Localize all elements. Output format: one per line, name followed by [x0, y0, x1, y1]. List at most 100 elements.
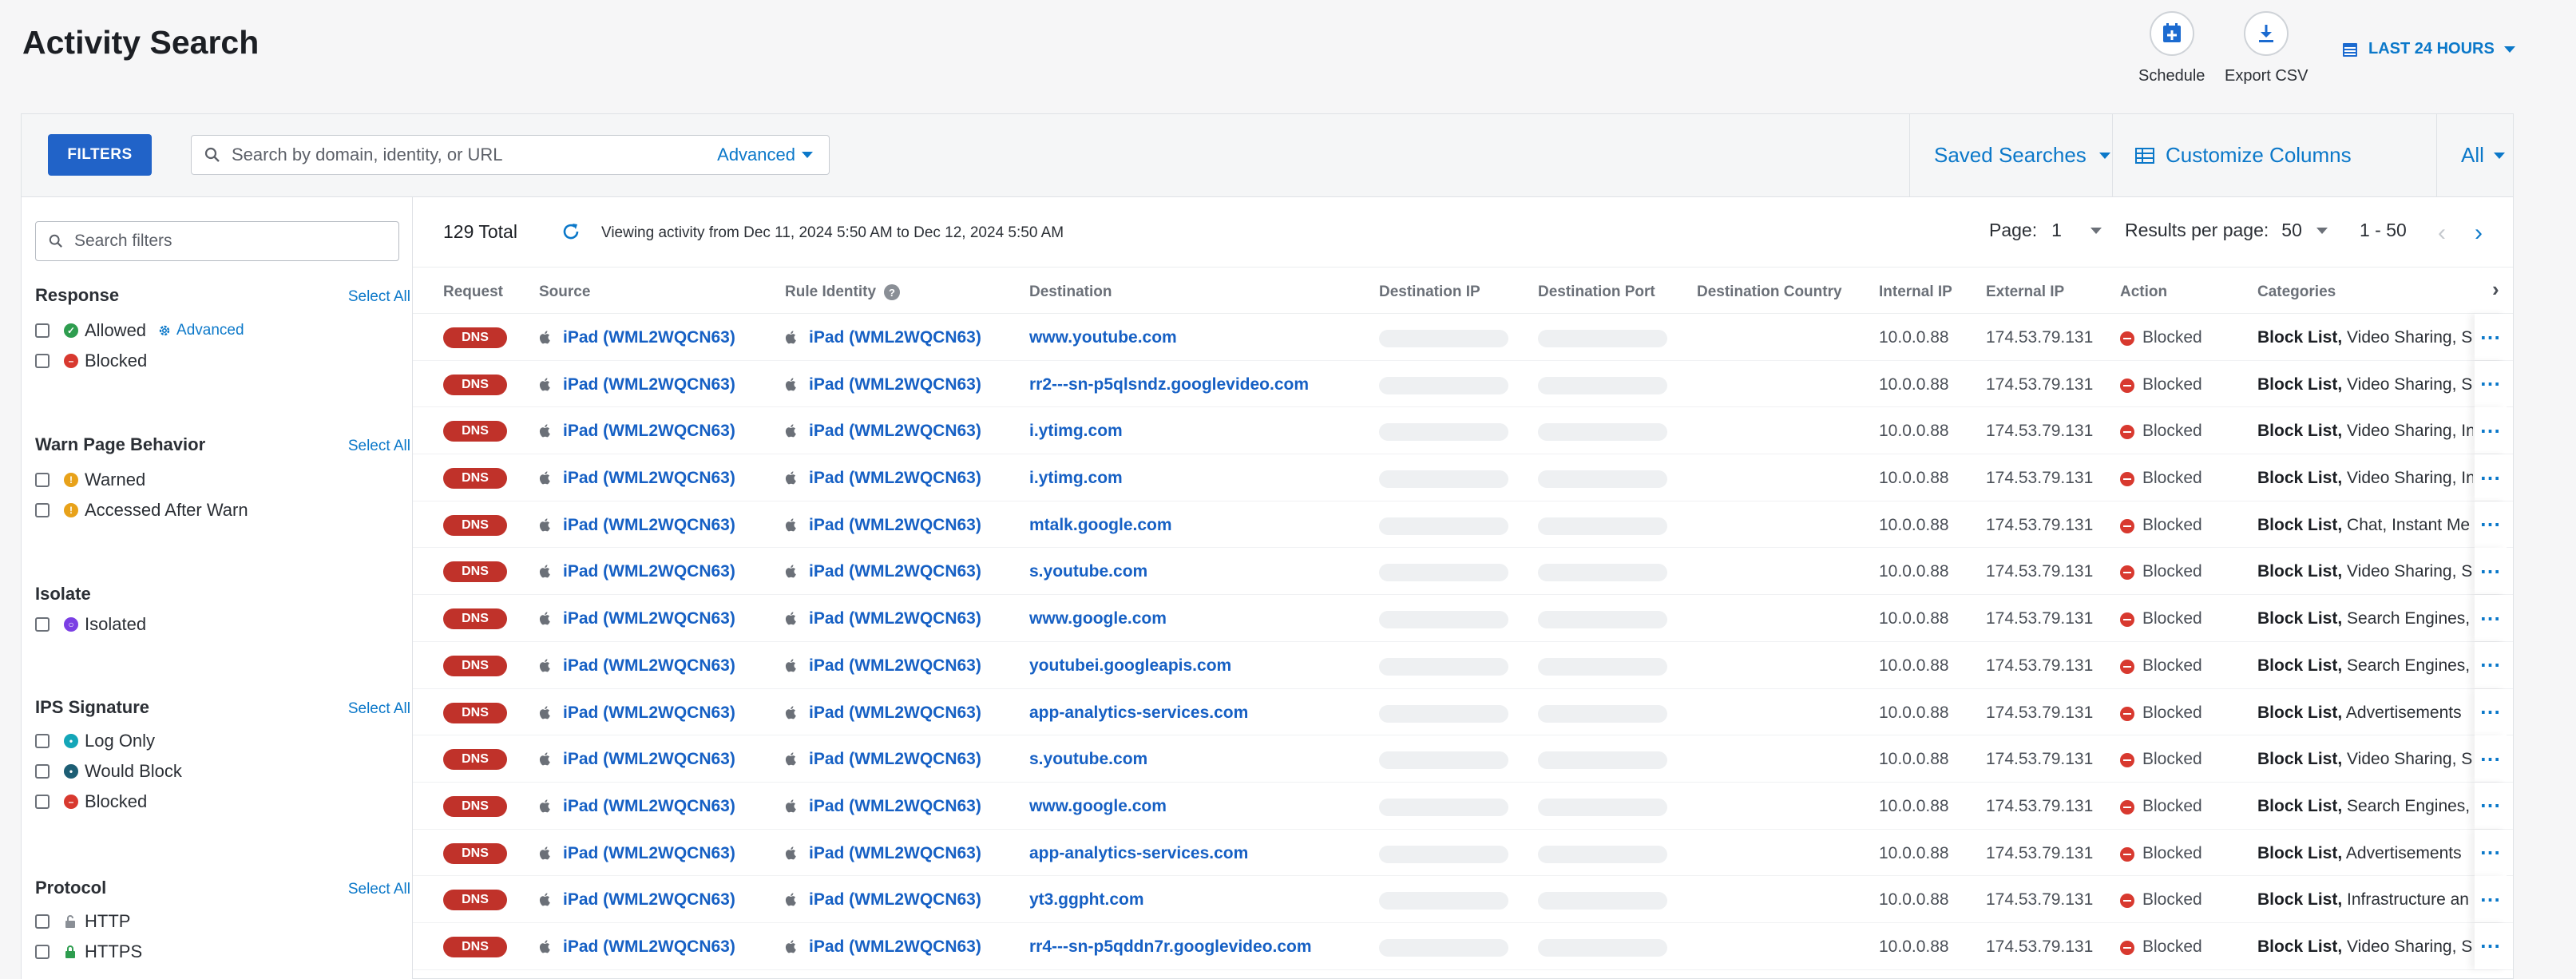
row-more-menu[interactable]: ⋯ — [2475, 407, 2507, 454]
info-icon[interactable]: ? — [884, 284, 901, 300]
source-link[interactable]: iPad (WML2WQCN63) — [563, 469, 735, 488]
page-selector[interactable]: Page: 1 — [1989, 220, 2102, 241]
table-row[interactable]: DNS iPad (WML2WQCN63) iPad (WML2WQCN63) i.y… — [413, 407, 2513, 455]
rule-identity-link[interactable]: iPad (WML2WQCN63) — [809, 750, 981, 769]
rule-identity-link[interactable]: iPad (WML2WQCN63) — [809, 937, 981, 957]
source-link[interactable]: iPad (WML2WQCN63) — [563, 516, 735, 535]
source-link[interactable]: iPad (WML2WQCN63) — [563, 328, 735, 347]
destination-link[interactable]: www.youtube.com — [1029, 328, 1177, 347]
advanced-filter-link[interactable]: Advanced — [157, 322, 244, 339]
filter-option-ips-blocked[interactable]: – Blocked — [35, 787, 410, 817]
row-more-menu[interactable]: ⋯ — [2475, 876, 2507, 923]
destination-link[interactable]: www.google.com — [1029, 609, 1167, 628]
select-all-link[interactable]: Select All — [348, 700, 410, 718]
select-all-link[interactable]: Select All — [348, 438, 410, 455]
filter-option-isolated[interactable]: ○ Isolated — [35, 609, 410, 640]
table-row[interactable]: DNS iPad (WML2WQCN63) iPad (WML2WQCN63) app… — [413, 829, 2513, 877]
filter-option-warned[interactable]: ! Warned — [35, 465, 410, 495]
rule-identity-link[interactable]: iPad (WML2WQCN63) — [809, 562, 981, 581]
row-more-menu[interactable]: ⋯ — [2475, 641, 2507, 688]
rule-identity-link[interactable]: iPad (WML2WQCN63) — [809, 422, 981, 441]
source-link[interactable]: iPad (WML2WQCN63) — [563, 797, 735, 816]
table-row[interactable]: DNS iPad (WML2WQCN63) iPad (WML2WQCN63) you… — [413, 641, 2513, 689]
row-more-menu[interactable]: ⋯ — [2475, 735, 2507, 783]
table-row[interactable]: DNS iPad (WML2WQCN63) iPad (WML2WQCN63) s.y… — [413, 548, 2513, 596]
col-rule-identity[interactable]: Rule Identity ? — [785, 283, 901, 301]
source-link[interactable]: iPad (WML2WQCN63) — [563, 562, 735, 581]
col-destination-ip[interactable]: Destination IP — [1379, 283, 1480, 301]
row-more-menu[interactable]: ⋯ — [2475, 314, 2507, 360]
checkbox[interactable] — [35, 503, 50, 517]
checkbox[interactable] — [35, 945, 50, 959]
checkbox[interactable] — [35, 795, 50, 809]
rule-identity-link[interactable]: iPad (WML2WQCN63) — [809, 844, 981, 863]
source-link[interactable]: iPad (WML2WQCN63) — [563, 422, 735, 441]
filter-search-input[interactable]: Search filters — [35, 221, 399, 261]
row-more-menu[interactable]: ⋯ — [2475, 688, 2507, 735]
checkbox[interactable] — [35, 323, 50, 338]
source-link[interactable]: iPad (WML2WQCN63) — [563, 609, 735, 628]
filter-option-blocked[interactable]: – Blocked — [35, 346, 410, 376]
table-row[interactable]: DNS iPad (WML2WQCN63) iPad (WML2WQCN63) yt3… — [413, 876, 2513, 923]
destination-link[interactable]: www.google.com — [1029, 797, 1167, 816]
table-row[interactable]: DNS iPad (WML2WQCN63) iPad (WML2WQCN63) rr4… — [413, 922, 2513, 970]
table-row[interactable]: DNS iPad (WML2WQCN63) iPad (WML2WQCN63) www… — [413, 314, 2513, 361]
col-request[interactable]: Request — [443, 283, 503, 301]
select-all-link[interactable]: Select All — [348, 881, 410, 898]
select-all-link[interactable]: Select All — [348, 288, 410, 306]
checkbox[interactable] — [35, 914, 50, 929]
destination-link[interactable]: yt3.ggpht.com — [1029, 890, 1144, 910]
filter-option-log-only[interactable]: • Log Only — [35, 726, 410, 756]
export-csv-button[interactable]: Export CSV — [2225, 11, 2308, 85]
source-link[interactable]: iPad (WML2WQCN63) — [563, 704, 735, 723]
destination-link[interactable]: app-analytics-services.com — [1029, 704, 1248, 723]
rule-identity-link[interactable]: iPad (WML2WQCN63) — [809, 704, 981, 723]
row-more-menu[interactable]: ⋯ — [2475, 595, 2507, 642]
table-row[interactable]: DNS iPad (WML2WQCN63) iPad (WML2WQCN63) mta… — [413, 501, 2513, 549]
rule-identity-link[interactable]: iPad (WML2WQCN63) — [809, 469, 981, 488]
checkbox[interactable] — [35, 734, 50, 748]
chevron-right-icon[interactable]: › — [2475, 220, 2483, 247]
source-link[interactable]: iPad (WML2WQCN63) — [563, 844, 735, 863]
row-more-menu[interactable]: ⋯ — [2475, 922, 2507, 969]
scope-dropdown[interactable]: All — [2436, 114, 2515, 196]
table-row[interactable]: DNS iPad (WML2WQCN63) iPad (WML2WQCN63) rr2… — [413, 360, 2513, 408]
filter-option-accessed-after-warn[interactable]: ! Accessed After Warn — [35, 495, 410, 525]
source-link[interactable]: iPad (WML2WQCN63) — [563, 750, 735, 769]
refresh-icon[interactable] — [561, 221, 581, 242]
customize-columns-button[interactable]: Customize Columns — [2112, 114, 2436, 196]
destination-link[interactable]: rr4---sn-p5qddn7r.googlevideo.com — [1029, 937, 1312, 957]
destination-link[interactable]: rr2---sn-p5qlsndz.googlevideo.com — [1029, 375, 1309, 394]
rule-identity-link[interactable]: iPad (WML2WQCN63) — [809, 890, 981, 910]
col-source[interactable]: Source — [539, 283, 590, 301]
col-destination-country[interactable]: Destination Country — [1697, 283, 1842, 301]
destination-link[interactable]: s.youtube.com — [1029, 750, 1147, 769]
col-destination-port[interactable]: Destination Port — [1538, 283, 1655, 301]
search-input[interactable]: Search by domain, identity, or URL Advan… — [191, 135, 830, 175]
source-link[interactable]: iPad (WML2WQCN63) — [563, 890, 735, 910]
rule-identity-link[interactable]: iPad (WML2WQCN63) — [809, 516, 981, 535]
rule-identity-link[interactable]: iPad (WML2WQCN63) — [809, 797, 981, 816]
time-range-dropdown[interactable]: LAST 24 HOURS — [2341, 40, 2515, 58]
filter-option-https[interactable]: HTTPS — [35, 937, 410, 967]
row-more-menu[interactable]: ⋯ — [2475, 360, 2507, 407]
col-internal-ip[interactable]: Internal IP — [1879, 283, 1952, 301]
col-categories[interactable]: Categories — [2257, 283, 2336, 301]
saved-searches-dropdown[interactable]: Saved Searches — [1909, 114, 2112, 196]
row-more-menu[interactable]: ⋯ — [2475, 454, 2507, 501]
row-more-menu[interactable]: ⋯ — [2475, 829, 2507, 876]
source-link[interactable]: iPad (WML2WQCN63) — [563, 937, 735, 957]
results-per-page-selector[interactable]: Results per page: 50 — [2125, 220, 2328, 241]
table-row[interactable]: DNS iPad (WML2WQCN63) iPad (WML2WQCN63) app… — [413, 688, 2513, 736]
checkbox[interactable] — [35, 764, 50, 779]
rule-identity-link[interactable]: iPad (WML2WQCN63) — [809, 328, 981, 347]
destination-link[interactable]: i.ytimg.com — [1029, 469, 1123, 488]
filter-option-allowed[interactable]: ✓ Allowed Advanced — [35, 315, 410, 346]
table-row[interactable]: DNS iPad (WML2WQCN63) iPad (WML2WQCN63) s.y… — [413, 735, 2513, 783]
row-more-menu[interactable]: ⋯ — [2475, 782, 2507, 829]
destination-link[interactable]: s.youtube.com — [1029, 562, 1147, 581]
destination-link[interactable]: i.ytimg.com — [1029, 422, 1123, 441]
source-link[interactable]: iPad (WML2WQCN63) — [563, 656, 735, 676]
row-more-menu[interactable]: ⋯ — [2475, 501, 2507, 548]
chevron-left-icon[interactable]: ‹ — [2438, 220, 2446, 247]
